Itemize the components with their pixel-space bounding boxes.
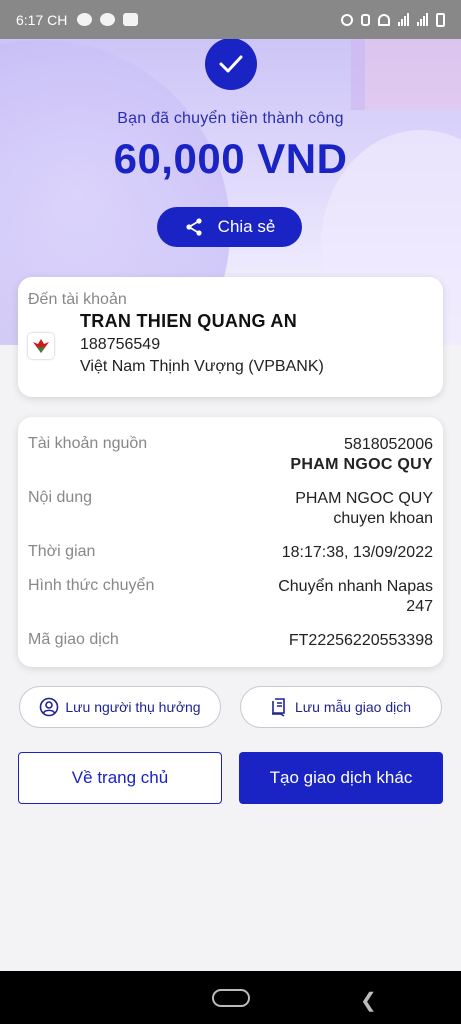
new-transaction-button[interactable]: Tạo giao dịch khác: [239, 752, 443, 804]
nav-back-icon[interactable]: ❮: [360, 988, 377, 1013]
detail-row-source: Tài khoản nguồn 5818052006 PHAM NGOC QUY: [28, 435, 433, 475]
share-label: Chia sẻ: [217, 217, 276, 236]
detail-label: Tài khoản nguồn: [28, 435, 148, 452]
detail-row-content: Nội dung PHAM NGOC QUY chuyen khoan: [28, 489, 433, 529]
detail-label: Nội dung: [28, 489, 93, 506]
share-icon: [186, 218, 202, 236]
detail-label: Hình thức chuyển: [28, 577, 155, 594]
user-circle-icon: [40, 697, 59, 717]
alarm-icon: [341, 13, 353, 26]
status-bar: 6:17 CH: [0, 0, 461, 39]
vibrate-icon: [361, 13, 370, 26]
source-account: 5818052006: [344, 436, 433, 453]
detail-row-txn-id: Mã giao dịch FT22256220553398: [28, 631, 433, 651]
home-button[interactable]: Về trang chủ: [18, 752, 222, 804]
method-line: Chuyển nhanh Napas: [278, 578, 433, 595]
transaction-id: FT22256220553398: [288, 632, 433, 649]
transfer-amount: 60,000 VND: [113, 135, 348, 182]
success-check-icon: [205, 38, 257, 90]
source-name: PHAM NGOC QUY: [290, 456, 433, 473]
content-line: chuyen khoan: [333, 510, 433, 527]
receipt-icon: [272, 698, 285, 717]
save-template-button[interactable]: Lưu mẫu giao dịch: [240, 686, 442, 728]
method-line: 247: [406, 598, 433, 615]
notification-icon: [77, 13, 93, 26]
save-template-label: Lưu mẫu giao dịch: [295, 699, 411, 715]
detail-label: Thời gian: [28, 543, 96, 560]
beneficiary-bank: Việt Nam Thịnh Vượng (VPBANK): [80, 358, 324, 375]
detail-row-method: Hình thức chuyển Chuyển nhanh Napas 247: [28, 577, 433, 617]
signal-icon: [398, 13, 409, 26]
nav-home-icon[interactable]: [211, 988, 250, 1007]
transaction-details-card: Tài khoản nguồn 5818052006 PHAM NGOC QUY …: [18, 417, 443, 667]
system-nav-bar: ❮: [0, 971, 461, 1024]
notification-icon: [100, 13, 116, 26]
destination-title: Đến tài khoản: [28, 291, 127, 308]
detail-row-time: Thời gian 18:17:38, 13/09/2022: [28, 543, 433, 563]
transaction-time: 18:17:38, 13/09/2022: [281, 544, 433, 561]
save-beneficiary-button[interactable]: Lưu người thụ hưởng: [19, 686, 221, 728]
content-line: PHAM NGOC QUY: [295, 490, 433, 507]
signal-icon: [417, 13, 428, 26]
status-time: 6:17 CH: [16, 11, 68, 28]
save-beneficiary-label: Lưu người thụ hưởng: [65, 699, 201, 715]
youtube-icon: [123, 13, 139, 26]
bank-logo-icon: [28, 333, 54, 359]
share-button[interactable]: Chia sẻ: [157, 207, 302, 247]
beneficiary-name: TRAN THIEN QUANG AN: [80, 311, 298, 331]
destination-card: Đến tài khoản TRAN THIEN QUANG AN 188756…: [18, 277, 443, 397]
beneficiary-account: 188756549: [80, 336, 161, 353]
success-message: Bạn đã chuyển tiền thành công: [117, 110, 344, 127]
detail-label: Mã giao dịch: [28, 631, 119, 648]
battery-icon: [436, 12, 445, 27]
wifi-icon: [378, 13, 390, 26]
